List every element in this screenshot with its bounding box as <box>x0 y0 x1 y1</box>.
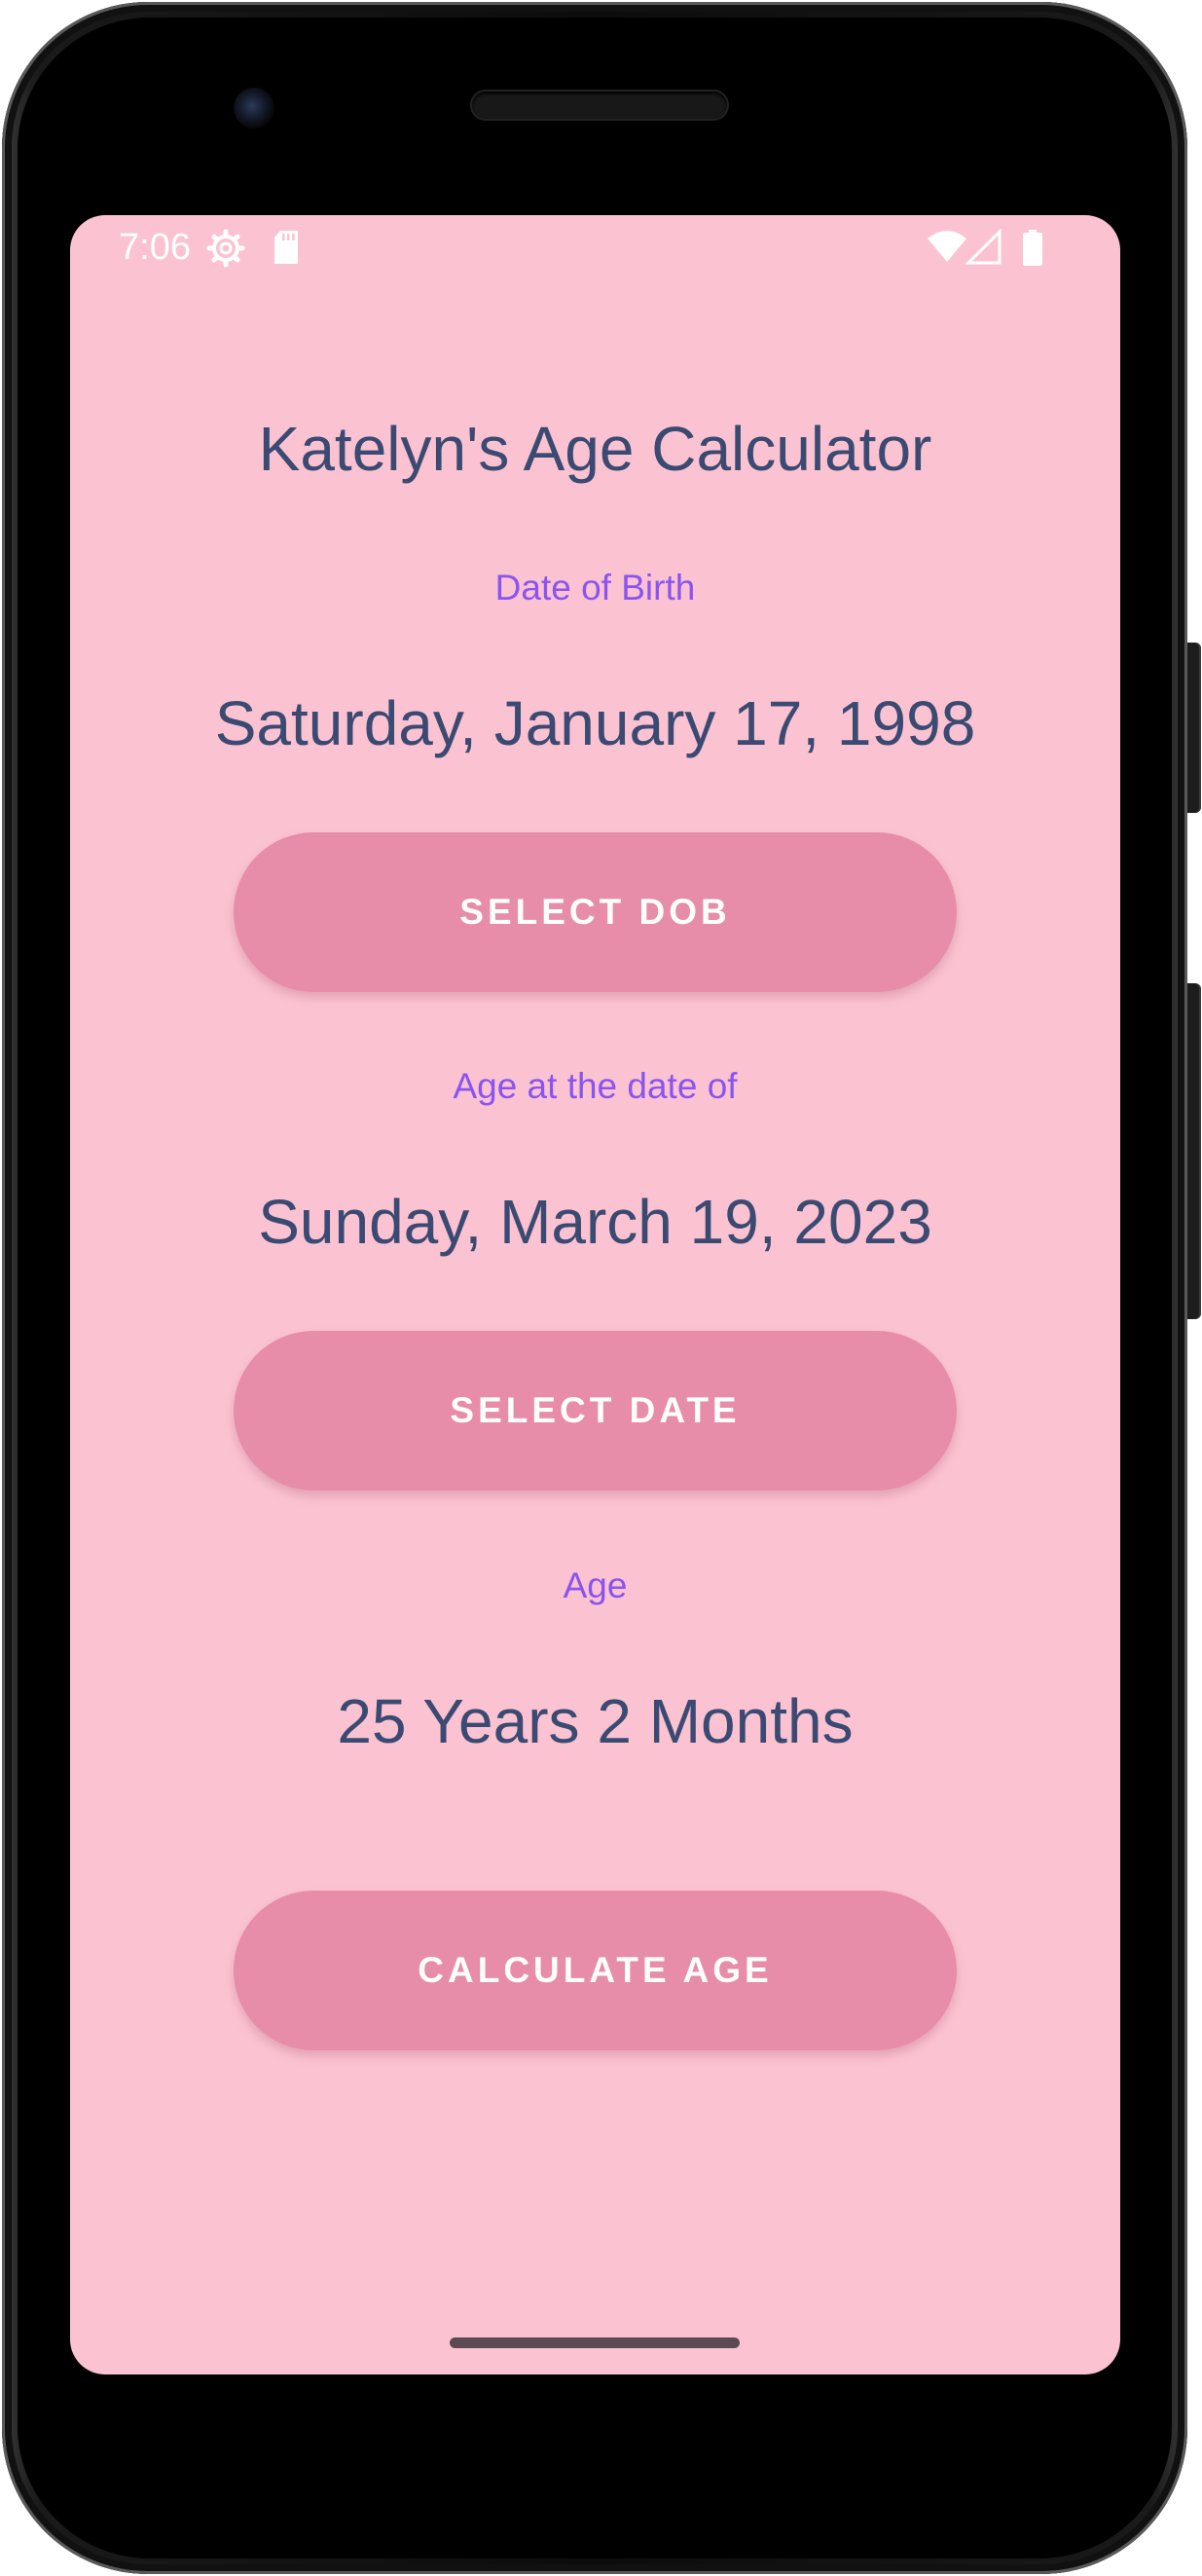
select-date-button[interactable]: SELECT DATE <box>234 1331 957 1490</box>
app-screen: 7:06 Katelyn's Age Calculator Date of Bi… <box>70 215 1120 2374</box>
calculate-age-button[interactable]: CALCULATE AGE <box>234 1891 957 2050</box>
age-at-date-label: Age at the date of <box>453 1066 738 1106</box>
dob-label: Date of Birth <box>494 568 696 607</box>
power-button <box>1187 643 1201 813</box>
earpiece-speaker <box>472 92 727 119</box>
dob-value: Saturday, January 17, 1998 <box>214 688 976 758</box>
age-value: 25 Years 2 Months <box>337 1686 854 1756</box>
select-dob-button[interactable]: SELECT DOB <box>234 832 957 992</box>
phone-frame: 7:06 Katelyn's Age Calculator Date of Bi… <box>2 2 1187 2574</box>
page-title: Katelyn's Age Calculator <box>258 414 932 484</box>
age-calculator-content: Katelyn's Age Calculator Date of Birth S… <box>70 215 1120 2374</box>
front-camera <box>234 88 274 129</box>
age-at-date-value: Sunday, March 19, 2023 <box>258 1187 932 1257</box>
volume-button <box>1187 983 1201 1319</box>
age-label: Age <box>563 1565 628 1605</box>
home-indicator[interactable] <box>450 2337 740 2348</box>
